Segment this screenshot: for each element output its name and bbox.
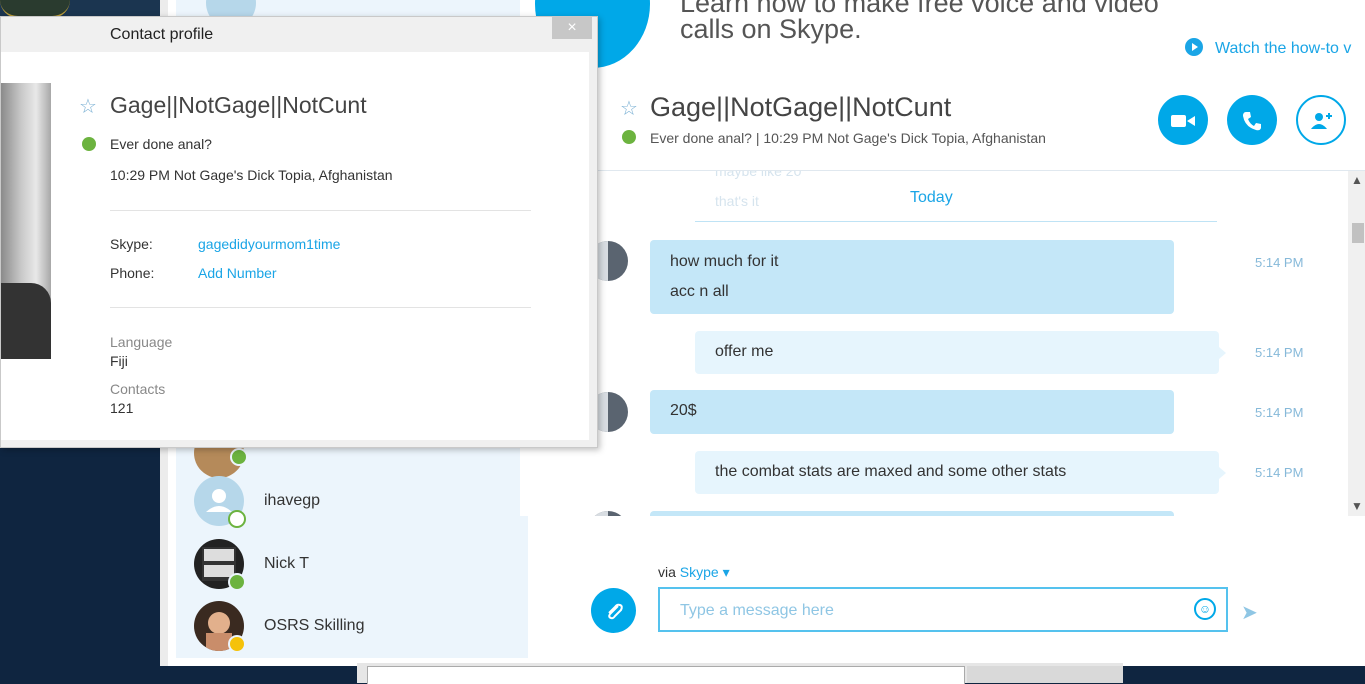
- profile-body: ☆ Gage||NotGage||NotCunt Ever done anal?…: [1, 52, 589, 440]
- dialog-titlebar[interactable]: Contact profile ×: [1, 17, 597, 52]
- scroll-thumb[interactable]: [1352, 223, 1364, 243]
- phone-icon: [1243, 112, 1261, 131]
- favorite-star-icon[interactable]: ☆: [620, 96, 638, 121]
- add-person-icon: [1311, 113, 1332, 129]
- message-time: 5:14 PM: [1255, 345, 1304, 360]
- contacts-label: Contacts: [110, 381, 166, 397]
- profile-name: Gage||NotGage||NotCunt: [110, 92, 367, 118]
- status-online-icon: [230, 448, 248, 466]
- language-value: Fiji: [110, 353, 128, 369]
- message-input[interactable]: [678, 599, 1162, 623]
- paperclip-icon: [607, 603, 623, 620]
- favorite-star-icon[interactable]: ☆: [79, 94, 97, 119]
- date-divider: Today: [910, 189, 953, 206]
- faded-message: that's it: [715, 193, 759, 209]
- profile-local-time: 10:29 PM Not Gage's Dick Topia, Afghanis…: [110, 167, 393, 183]
- date-divider-line: [695, 221, 1217, 222]
- contact-name: ihavegp: [264, 492, 321, 509]
- close-button[interactable]: ×: [552, 17, 592, 39]
- skype-id-link[interactable]: gagedidyourmom1time: [198, 236, 340, 252]
- message-time: 5:14 PM: [1255, 465, 1304, 480]
- faded-message: maybe like 20: [715, 171, 802, 179]
- dialog-title: Contact profile: [110, 26, 214, 43]
- outgoing-message[interactable]: offer me: [695, 331, 1226, 374]
- status-online-icon: [228, 573, 246, 591]
- add-number-link[interactable]: Add Number: [198, 265, 277, 281]
- background-textarea: [367, 666, 965, 684]
- contact-item[interactable]: ihavegp: [194, 476, 524, 528]
- message-history: maybe like 20 that's it Today how much f…: [520, 171, 1348, 516]
- chat-contact-name[interactable]: Gage||NotGage||NotCunt: [650, 92, 951, 123]
- profile-photo: [1, 83, 51, 359]
- voice-call-button[interactable]: [1227, 95, 1277, 145]
- watch-howto-link[interactable]: Watch the how-to v: [1185, 38, 1351, 58]
- status-online-icon: [82, 137, 96, 151]
- caret-down-icon: ▾: [722, 564, 730, 580]
- skype-label: Skype:: [110, 236, 153, 252]
- contact-profile-dialog: Contact profile × ☆ Gage||NotGage||NotCu…: [0, 16, 598, 448]
- chat-contact-mood: Ever done anal? | 10:29 PM Not Gage's Di…: [650, 130, 1046, 146]
- background-panel: [967, 666, 1123, 683]
- attach-button[interactable]: [591, 588, 636, 633]
- divider: [110, 210, 531, 211]
- contacts-count: 121: [110, 400, 134, 416]
- play-icon: [1185, 38, 1203, 56]
- video-camera-icon: [1171, 115, 1195, 127]
- contact-item[interactable]: OSRS Skilling: [194, 601, 524, 653]
- video-call-button[interactable]: [1158, 95, 1208, 145]
- contact-name: OSRS Skilling: [264, 617, 365, 634]
- background-window: [357, 663, 1123, 684]
- promo-banner: Learn how to make free voice and video c…: [520, 0, 1365, 70]
- scroll-up-icon[interactable]: ▲: [1351, 173, 1363, 187]
- status-away-icon: [228, 635, 246, 653]
- send-arrow-icon[interactable]: ➤: [1241, 600, 1258, 625]
- chat-header: ☆ Gage||NotGage||NotCunt Ever done anal?…: [520, 70, 1365, 171]
- incoming-message-partial[interactable]: [650, 511, 1174, 516]
- message-scrollbar[interactable]: ▲ ▼: [1348, 171, 1365, 516]
- status-online-icon: [622, 130, 636, 144]
- message-time: 5:14 PM: [1255, 405, 1304, 420]
- add-people-button[interactable]: [1296, 95, 1346, 145]
- message-compose[interactable]: ☺: [658, 587, 1228, 632]
- status-offline-icon: [228, 510, 246, 528]
- via-selector[interactable]: via Skype ▾: [658, 564, 730, 581]
- scroll-down-icon[interactable]: ▼: [1351, 499, 1363, 513]
- phone-label: Phone:: [110, 265, 155, 281]
- language-label: Language: [110, 334, 173, 350]
- outgoing-message[interactable]: the combat stats are maxed and some othe…: [695, 451, 1226, 494]
- message-time: 5:14 PM: [1255, 255, 1304, 270]
- contact-item[interactable]: Nick T: [194, 539, 524, 591]
- promo-text: calls on Skype.: [680, 14, 862, 44]
- incoming-message[interactable]: how much for it acc n all: [650, 240, 1174, 314]
- divider: [110, 307, 531, 308]
- sender-avatar[interactable]: [588, 511, 628, 516]
- profile-mood: Ever done anal?: [110, 136, 212, 152]
- incoming-message[interactable]: 20$: [650, 390, 1174, 434]
- contact-name: Nick T: [264, 555, 310, 572]
- smiley-icon[interactable]: ☺: [1194, 598, 1216, 620]
